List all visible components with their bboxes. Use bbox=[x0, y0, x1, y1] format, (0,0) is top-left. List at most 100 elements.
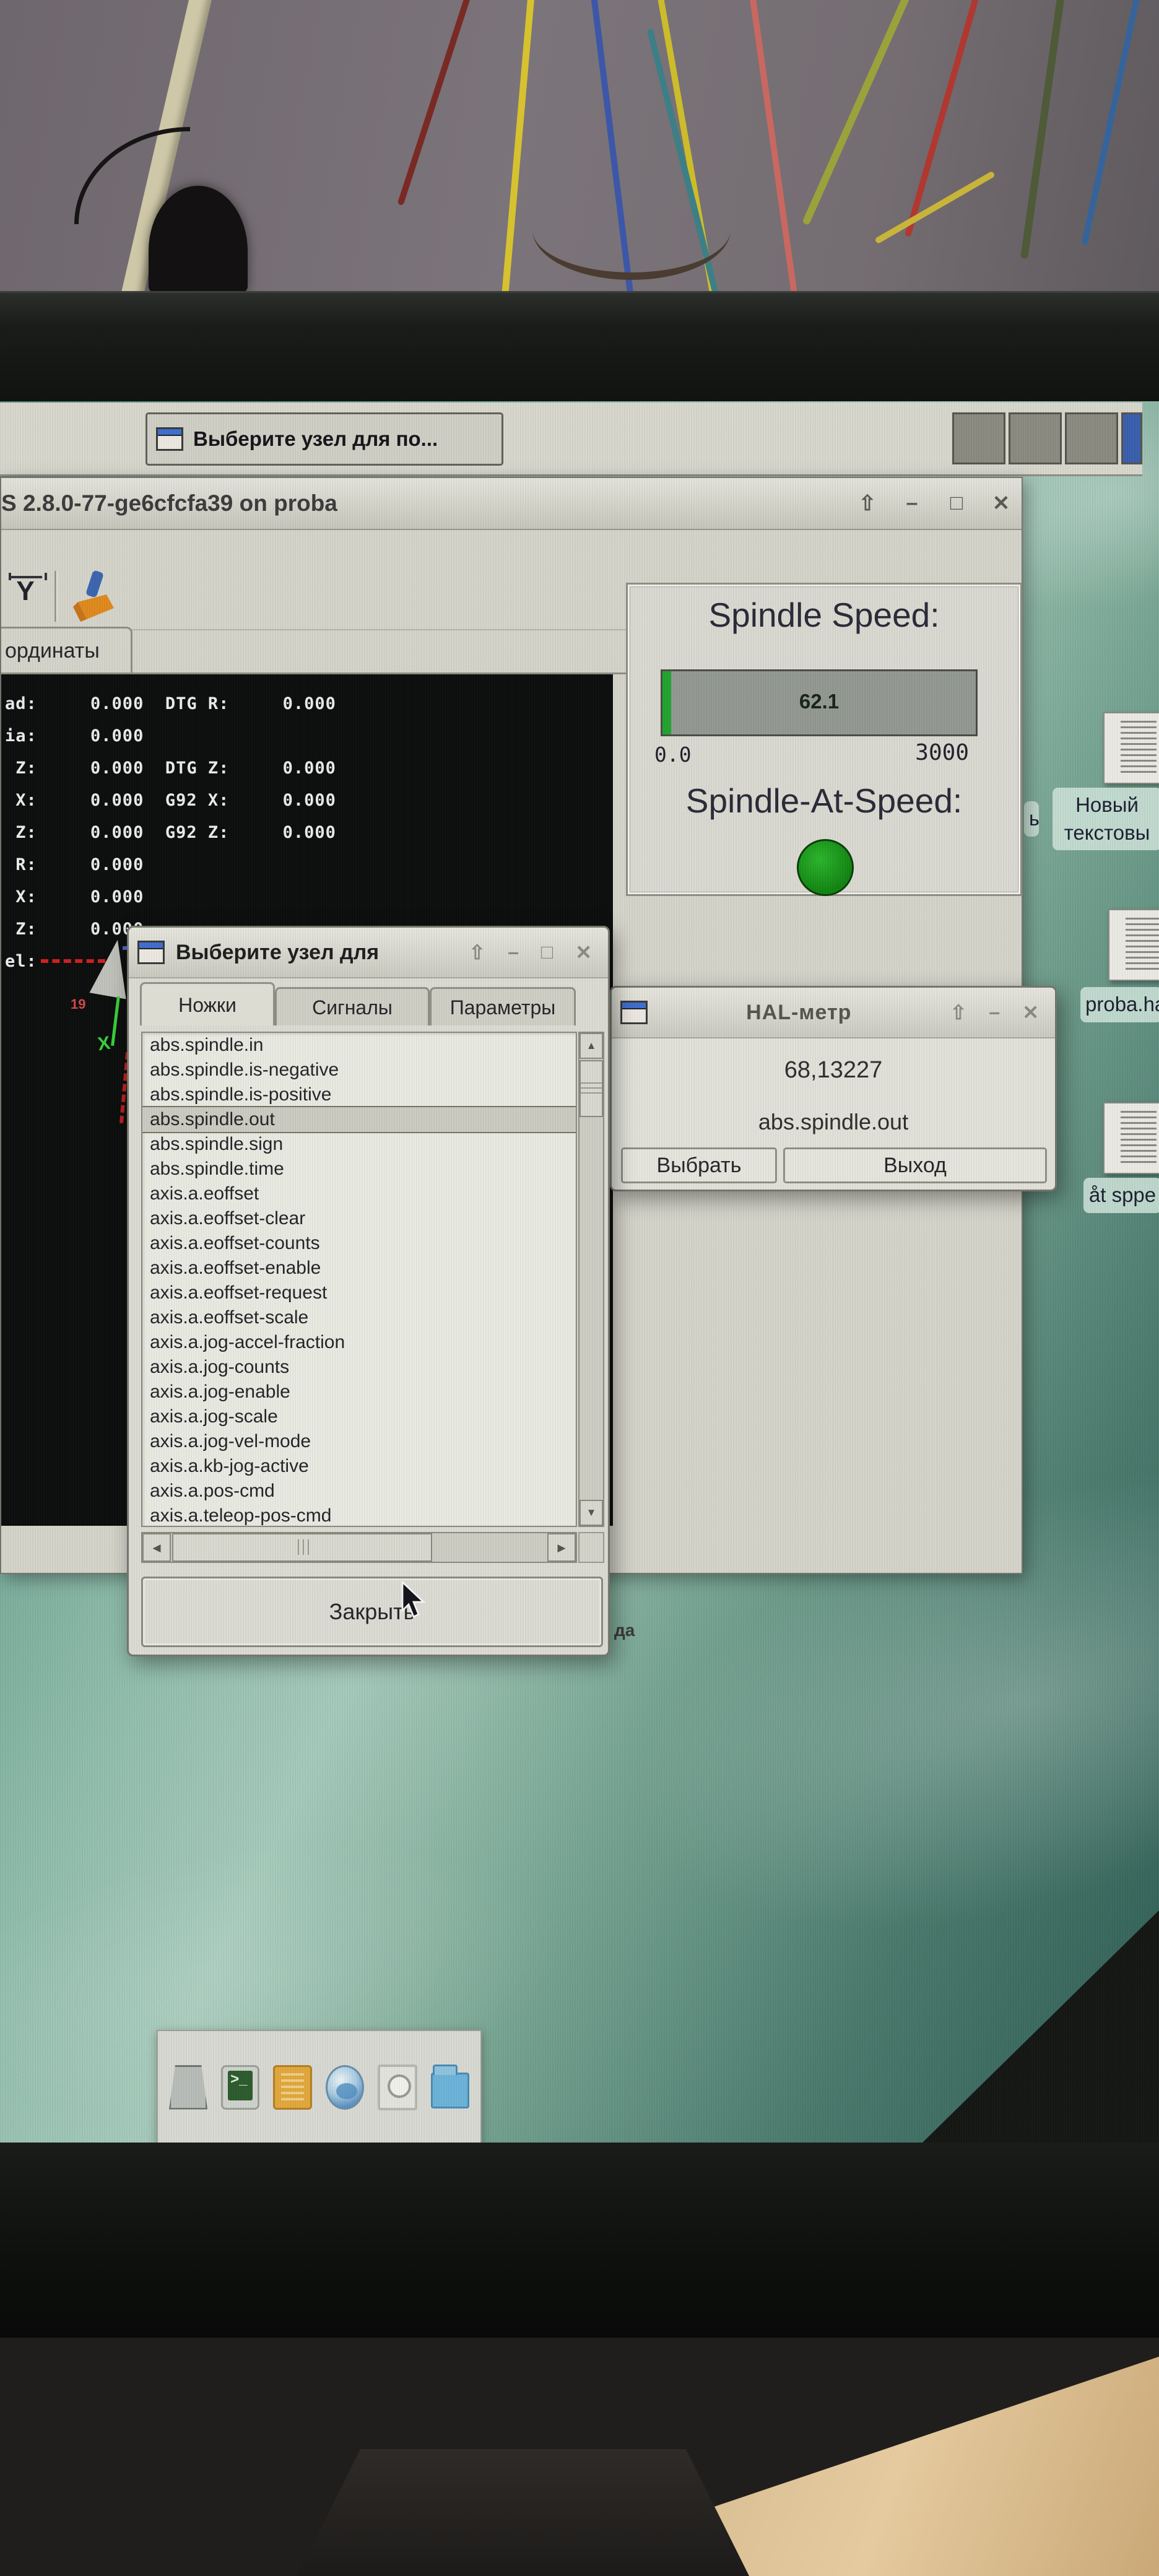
hal-meter-title-bar[interactable]: HAL-метр ⇧ – ✕ bbox=[612, 988, 1055, 1038]
view-y-icon[interactable]: Y bbox=[6, 573, 47, 617]
close-dialog-button[interactable]: Закрыть bbox=[141, 1577, 603, 1647]
list-item[interactable]: axis.a.pos-cmd bbox=[142, 1479, 576, 1503]
list-item[interactable]: axis.a.eoffset-counts bbox=[142, 1231, 576, 1256]
exit-button[interactable]: Выход bbox=[783, 1147, 1047, 1183]
wall-background bbox=[0, 0, 1159, 291]
bottom-dock bbox=[157, 2030, 482, 2143]
desktop-icon-new-text-file[interactable] bbox=[1103, 712, 1159, 784]
clear-plot-broom-icon[interactable] bbox=[66, 570, 120, 624]
minimize-icon[interactable]: – bbox=[508, 941, 519, 964]
list-item[interactable]: axis.a.jog-vel-mode bbox=[142, 1429, 576, 1454]
list-item[interactable]: axis.a.jog-accel-fraction bbox=[142, 1330, 576, 1355]
web-browser-icon[interactable] bbox=[325, 2065, 364, 2110]
desktop-icon-at-sppe[interactable] bbox=[1103, 1102, 1159, 1174]
desktop-icon-label[interactable]: proba.ha bbox=[1080, 987, 1159, 1022]
select-button[interactable]: Выбрать bbox=[621, 1147, 777, 1183]
scroll-down-button[interactable]: ▼ bbox=[580, 1500, 603, 1526]
hal-meter-pin-name: abs.spindle.out bbox=[758, 1109, 909, 1134]
maximize-icon[interactable]: □ bbox=[541, 941, 553, 964]
coordinates-tab[interactable]: ординаты bbox=[1, 627, 132, 674]
y-axis-line bbox=[111, 996, 120, 1046]
terminal-icon[interactable] bbox=[221, 2065, 260, 2110]
gauge-max-label: 3000 bbox=[915, 740, 969, 765]
screenshot-tool-icon[interactable] bbox=[377, 2064, 417, 2110]
axis-window-controls: ⇧ – □ ✕ bbox=[856, 491, 1013, 516]
taskbar-window-button[interactable]: Выберите узел для по... bbox=[145, 412, 503, 466]
list-item[interactable]: axis.a.jog-counts bbox=[142, 1355, 576, 1380]
text-editor-icon[interactable] bbox=[273, 2065, 312, 2110]
desktop-icon-label[interactable]: åt sppe bbox=[1083, 1178, 1159, 1213]
scroll-up-button[interactable]: ▲ bbox=[580, 1033, 603, 1059]
toolbar-separator bbox=[54, 571, 58, 622]
window-icon bbox=[137, 941, 165, 964]
axis-window-title: S 2.8.0-77-ge6cfcfa39 on proba bbox=[1, 490, 337, 516]
node-dialog-title: Выберите узел для bbox=[176, 940, 380, 964]
minimize-icon[interactable]: – bbox=[989, 1001, 1000, 1024]
photo-of-monitor: Выберите узел для по... Новый текстовы ы… bbox=[0, 0, 1159, 2576]
list-item[interactable]: abs.spindle.is-negative bbox=[142, 1058, 576, 1082]
file-manager-icon[interactable] bbox=[430, 2064, 470, 2108]
tab-signals[interactable]: Сигналы bbox=[275, 987, 430, 1025]
desktop-icon-label[interactable]: Новый текстовы bbox=[1053, 788, 1159, 851]
tab-parameters[interactable]: Параметры bbox=[430, 987, 576, 1025]
list-item[interactable]: axis.a.eoffset bbox=[142, 1181, 576, 1206]
spindle-at-speed-label: Spindle-At-Speed: bbox=[685, 781, 963, 820]
brown-wire bbox=[532, 180, 731, 280]
yellow-wire-3 bbox=[874, 170, 996, 245]
top-taskbar: Выберите узел для по... bbox=[0, 402, 1142, 476]
bezel-corner-shadow bbox=[922, 1910, 1159, 2143]
list-item[interactable]: axis.a.eoffset-clear bbox=[142, 1206, 576, 1231]
list-item[interactable]: axis.a.jog-enable bbox=[142, 1380, 576, 1404]
list-item[interactable]: axis.a.eoffset-scale bbox=[142, 1305, 576, 1330]
shade-icon[interactable]: ⇧ bbox=[469, 941, 485, 964]
list-item[interactable]: axis.a.eoffset-enable bbox=[142, 1256, 576, 1281]
gauge-min-label: 0.0 bbox=[654, 742, 692, 767]
x-axis-label: X bbox=[96, 1032, 112, 1055]
at-speed-led bbox=[797, 839, 854, 896]
list-item[interactable]: abs.spindle.out bbox=[142, 1106, 576, 1133]
scrollbar-thumb[interactable] bbox=[580, 1060, 603, 1117]
list-item[interactable]: axis.a.jog-scale bbox=[142, 1404, 576, 1429]
list-item[interactable]: axis.a.eoffset-request bbox=[142, 1281, 576, 1305]
obscured-text-fragment: да bbox=[614, 1621, 635, 1640]
desktop-icon-label-partial[interactable]: ы bbox=[1024, 801, 1039, 837]
workspace-active[interactable] bbox=[1121, 412, 1142, 464]
list-item[interactable]: abs.spindle.time bbox=[142, 1157, 576, 1181]
desktop-icon-proba-hal[interactable] bbox=[1108, 909, 1159, 981]
limit-label: 19 bbox=[71, 996, 86, 1012]
shade-icon[interactable]: ⇧ bbox=[856, 491, 879, 516]
scroll-right-button[interactable]: ▶ bbox=[547, 1533, 576, 1562]
list-item[interactable]: axis.a.kb-jog-active bbox=[142, 1454, 576, 1479]
minimize-icon[interactable]: – bbox=[900, 491, 924, 516]
list-item[interactable]: abs.spindle.sign bbox=[142, 1132, 576, 1157]
list-item[interactable]: abs.spindle.in bbox=[142, 1033, 576, 1058]
scrollbar-corner bbox=[578, 1532, 604, 1563]
pin-list[interactable]: abs.spindle.in abs.spindle.is-negative abs… bbox=[141, 1032, 577, 1527]
monitor-bezel-top bbox=[0, 291, 1159, 403]
spindle-speed-value: 62.1 bbox=[799, 690, 840, 713]
shade-icon[interactable]: ⇧ bbox=[950, 1001, 967, 1024]
node-dialog-title-bar[interactable]: Выберите узел для ⇧ – □ ✕ bbox=[129, 928, 608, 978]
spindle-speed-gauge: 62.1 bbox=[661, 669, 978, 736]
horizontal-scrollbar[interactable]: ◀ ▶ bbox=[141, 1532, 577, 1563]
workspace-2[interactable] bbox=[1009, 412, 1062, 464]
dark-green-wire bbox=[1020, 0, 1067, 259]
taskbar-window-label: Выберите узел для по... bbox=[193, 427, 438, 450]
blue-wire-2 bbox=[1081, 0, 1142, 246]
vertical-scrollbar[interactable]: ▲ ▼ bbox=[578, 1032, 604, 1527]
list-item[interactable]: abs.spindle.is-positive bbox=[142, 1082, 576, 1107]
window-icon bbox=[156, 427, 183, 451]
scroll-left-button[interactable]: ◀ bbox=[142, 1533, 171, 1562]
tab-pins[interactable]: Ножки bbox=[140, 982, 275, 1025]
spindle-speed-label: Spindle Speed: bbox=[708, 596, 940, 634]
close-icon[interactable]: ✕ bbox=[1022, 1001, 1039, 1024]
axis-title-bar[interactable]: S 2.8.0-77-ge6cfcfa39 on proba ⇧ – □ ✕ bbox=[1, 478, 1022, 530]
close-icon[interactable]: ✕ bbox=[989, 491, 1013, 516]
show-desktop-icon[interactable] bbox=[169, 2065, 208, 2110]
close-icon[interactable]: ✕ bbox=[575, 941, 592, 964]
maximize-icon[interactable]: □ bbox=[945, 491, 968, 516]
workspace-1[interactable] bbox=[952, 412, 1005, 464]
workspace-3[interactable] bbox=[1065, 412, 1118, 464]
h-scrollbar-thumb[interactable] bbox=[172, 1533, 432, 1562]
list-item[interactable]: axis.a.teleop-pos-cmd bbox=[142, 1503, 576, 1526]
